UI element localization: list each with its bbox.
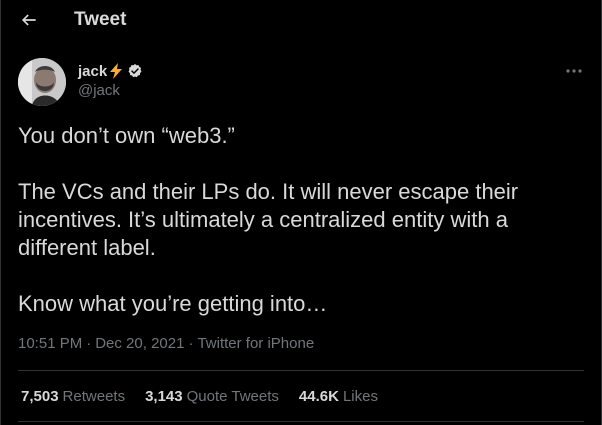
tweet-paragraph: Know what you’re getting into… xyxy=(18,291,328,316)
likes-label: Likes xyxy=(342,388,378,405)
quote-tweets-stat[interactable]: 3,143 Quote Tweets xyxy=(145,388,279,405)
author-handle[interactable]: @jack xyxy=(78,82,120,99)
page-title: Tweet xyxy=(74,9,127,30)
retweets-label: Retweets xyxy=(62,388,126,405)
more-options-button[interactable] xyxy=(563,62,585,80)
divider xyxy=(18,370,584,371)
divider xyxy=(18,421,584,422)
more-horizontal-icon xyxy=(566,69,582,73)
separator-dot: · xyxy=(86,335,92,352)
tweet-time[interactable]: 10:51 PM xyxy=(18,335,82,352)
quote-tweets-label: Quote Tweets xyxy=(186,388,279,405)
tweet-metadata: 10:51 PM · Dec 20, 2021 · Twitter for iPhone xyxy=(18,335,314,352)
engagement-stats: 7,503 Retweets 3,143 Quote Tweets 44.6K Lik… xyxy=(21,388,398,405)
page-header: Tweet xyxy=(1,0,602,42)
tweet-paragraph: You don’t own “web3.” xyxy=(18,123,235,148)
arrow-left-icon xyxy=(21,14,36,26)
tweet-paragraph: The VCs and their LPs do. It will never … xyxy=(18,179,519,260)
retweets-count: 7,503 xyxy=(21,388,59,405)
verified-badge-icon xyxy=(128,64,142,78)
separator-dot: · xyxy=(188,335,194,352)
retweets-stat[interactable]: 7,503 Retweets xyxy=(21,388,125,405)
likes-stat[interactable]: 44.6K Likes xyxy=(299,388,378,405)
tweet-source[interactable]: Twitter for iPhone xyxy=(197,335,314,352)
author-line[interactable]: jack xyxy=(78,62,143,80)
likes-count: 44.6K xyxy=(298,388,339,405)
lightning-bolt-emoji xyxy=(110,63,123,79)
tweet-detail-page: Tweet jack @jack You don’t own “web3.” T… xyxy=(0,0,602,425)
quote-tweets-count: 3,143 xyxy=(145,388,183,405)
author-name[interactable]: jack xyxy=(78,63,107,80)
tweet-date[interactable]: Dec 20, 2021 xyxy=(95,335,184,352)
avatar-image xyxy=(18,58,66,106)
avatar[interactable] xyxy=(18,58,66,106)
tweet-text: You don’t own “web3.” The VCs and their … xyxy=(18,122,578,318)
back-button[interactable] xyxy=(15,6,43,34)
